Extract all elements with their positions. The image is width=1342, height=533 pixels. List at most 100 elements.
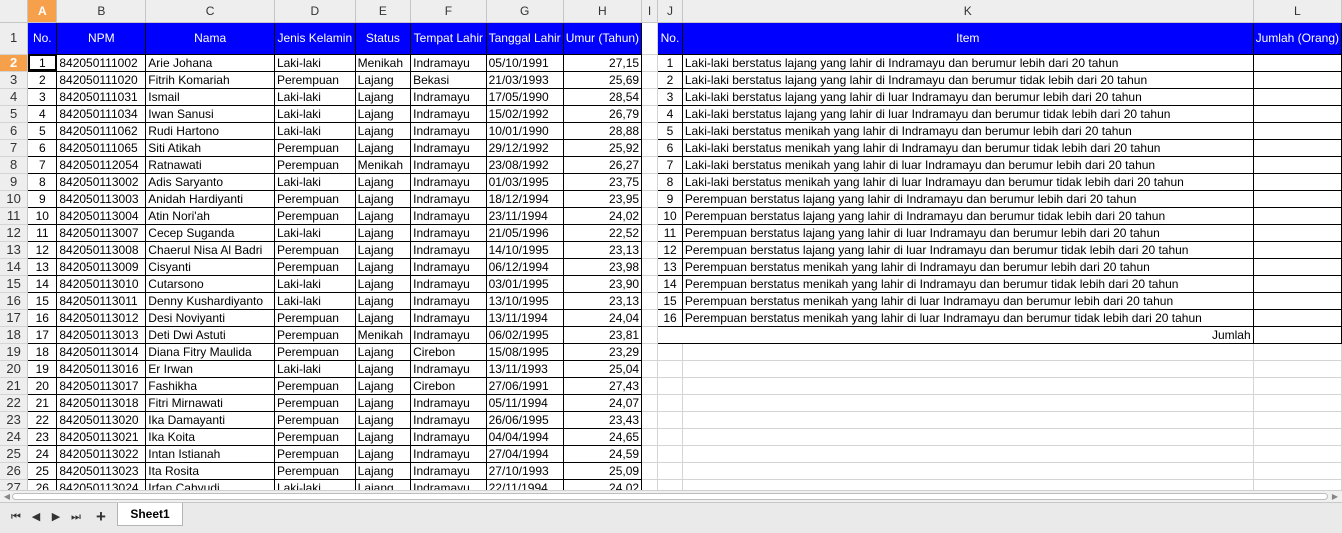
table-cell[interactable]: Laki-laki berstatus menikah yang lahir d… bbox=[681, 138, 1254, 157]
table-cell[interactable]: 13/11/1994 bbox=[485, 308, 564, 327]
table-cell[interactable] bbox=[1252, 172, 1342, 191]
empty-cell[interactable] bbox=[641, 360, 659, 378]
column-header-i[interactable]: I bbox=[641, 0, 659, 23]
table-cell[interactable]: Perempuan berstatus lajang yang lahir di… bbox=[681, 240, 1254, 259]
table-cell[interactable]: Indramayu bbox=[410, 461, 487, 480]
table-cell[interactable]: 24,02 bbox=[562, 206, 643, 225]
table-cell[interactable]: Rudi Hartono bbox=[145, 121, 275, 140]
table-cell[interactable]: Perempuan bbox=[273, 70, 356, 89]
table-cell[interactable]: 15 bbox=[657, 291, 683, 310]
empty-cell[interactable] bbox=[1253, 360, 1342, 378]
table-cell[interactable]: Indramayu bbox=[410, 138, 487, 157]
table-cell[interactable]: 15 bbox=[27, 291, 58, 310]
table-cell[interactable]: Lajang bbox=[354, 274, 412, 293]
column-header-e[interactable]: E bbox=[355, 0, 412, 23]
table-cell[interactable]: Lajang bbox=[354, 308, 412, 327]
table-cell[interactable]: 842050111031 bbox=[56, 87, 147, 106]
table-cell[interactable]: 13/10/1995 bbox=[485, 291, 564, 310]
empty-cell[interactable] bbox=[641, 22, 659, 55]
table-cell[interactable]: 23,90 bbox=[562, 274, 643, 293]
empty-cell[interactable] bbox=[641, 309, 659, 327]
table-cell[interactable]: 04/04/1994 bbox=[485, 427, 564, 446]
empty-cell[interactable] bbox=[641, 445, 659, 463]
table-cell[interactable]: Chaerul Nisa Al Badri bbox=[145, 240, 275, 259]
table-cell[interactable]: 3 bbox=[657, 87, 683, 106]
table-cell[interactable]: 28,88 bbox=[562, 121, 643, 140]
empty-cell[interactable] bbox=[657, 394, 683, 412]
table-cell[interactable]: Fitrih Komariah bbox=[145, 70, 275, 89]
empty-cell[interactable] bbox=[657, 445, 683, 463]
table-cell[interactable]: 23,98 bbox=[562, 257, 643, 276]
column-header-d[interactable]: D bbox=[274, 0, 356, 23]
table-cell[interactable]: 05/10/1991 bbox=[485, 53, 564, 72]
table-cell[interactable]: Perempuan bbox=[273, 138, 356, 157]
table-cell[interactable]: 842050113012 bbox=[56, 308, 147, 327]
table-cell[interactable] bbox=[1252, 308, 1342, 327]
table-cell[interactable]: Indramayu bbox=[410, 155, 487, 174]
table-cell[interactable]: Perempuan berstatus menikah yang lahir d… bbox=[681, 291, 1254, 310]
table-cell[interactable]: 1 bbox=[657, 53, 683, 72]
select-all-corner[interactable] bbox=[0, 0, 29, 23]
table-cell[interactable]: 10 bbox=[657, 206, 683, 225]
table-cell[interactable]: 26 bbox=[27, 478, 58, 490]
row-header[interactable]: 25 bbox=[0, 445, 29, 463]
first-sheet-icon[interactable]: ⏮ bbox=[8, 509, 24, 525]
table-cell[interactable]: Indramayu bbox=[410, 325, 487, 344]
column-header-l[interactable]: L bbox=[1253, 0, 1342, 23]
empty-cell[interactable] bbox=[641, 156, 659, 174]
scroll-right-icon[interactable]: ▶ bbox=[1330, 492, 1340, 501]
empty-cell[interactable] bbox=[641, 71, 659, 89]
table-cell[interactable]: 21/03/1993 bbox=[485, 70, 564, 89]
table-cell[interactable]: 18/12/1994 bbox=[485, 189, 564, 208]
table-cell[interactable]: Perempuan bbox=[273, 155, 356, 174]
table-cell[interactable]: Deti Dwi Astuti bbox=[145, 325, 275, 344]
table-cell[interactable]: Laki-laki bbox=[273, 104, 356, 123]
empty-cell[interactable] bbox=[641, 122, 659, 140]
empty-cell[interactable] bbox=[1253, 343, 1342, 361]
table-cell[interactable]: 25,92 bbox=[562, 138, 643, 157]
table-cell[interactable]: Indramayu bbox=[410, 359, 487, 378]
table-cell[interactable]: Laki-laki bbox=[273, 87, 356, 106]
next-sheet-icon[interactable]: ▶ bbox=[48, 509, 64, 525]
table-cell[interactable]: 12 bbox=[657, 240, 683, 259]
table-cell[interactable]: Perempuan bbox=[273, 308, 356, 327]
table-cell[interactable]: 25,09 bbox=[562, 461, 643, 480]
table-cell[interactable]: Lajang bbox=[354, 121, 412, 140]
table-cell[interactable]: 842050113010 bbox=[56, 274, 147, 293]
row-header[interactable]: 15 bbox=[0, 275, 29, 293]
table-cell[interactable]: 16 bbox=[27, 308, 58, 327]
table-cell[interactable]: 13 bbox=[27, 257, 58, 276]
table-cell[interactable]: Indramayu bbox=[410, 444, 487, 463]
empty-cell[interactable] bbox=[641, 411, 659, 429]
table-cell[interactable]: 26,79 bbox=[562, 104, 643, 123]
table-cell[interactable]: 21 bbox=[27, 393, 58, 412]
table-cell[interactable]: Laki-laki bbox=[273, 359, 356, 378]
empty-cell[interactable] bbox=[657, 462, 683, 480]
table-cell[interactable]: Laki-laki bbox=[273, 274, 356, 293]
table-cell[interactable]: 22,52 bbox=[562, 223, 643, 242]
table-cell[interactable]: 21/05/1996 bbox=[485, 223, 564, 242]
table-cell[interactable]: Lajang bbox=[354, 393, 412, 412]
table-cell[interactable]: Indramayu bbox=[410, 223, 487, 242]
table-cell[interactable]: 842050113023 bbox=[56, 461, 147, 480]
table-cell[interactable]: 23,75 bbox=[562, 172, 643, 191]
plus-icon[interactable]: + bbox=[92, 507, 110, 527]
empty-cell[interactable] bbox=[657, 343, 683, 361]
empty-cell[interactable] bbox=[641, 139, 659, 157]
column-header-f[interactable]: F bbox=[410, 0, 487, 23]
table-cell[interactable]: Laki-laki berstatus lajang yang lahir di… bbox=[681, 70, 1254, 89]
table-cell[interactable]: Indramayu bbox=[410, 427, 487, 446]
table-cell[interactable]: 842050113014 bbox=[56, 342, 147, 361]
table-cell[interactable]: Lajang bbox=[354, 410, 412, 429]
table-cell[interactable]: 18 bbox=[27, 342, 58, 361]
scrollbar-thumb[interactable] bbox=[12, 493, 1328, 500]
row-header[interactable]: 3 bbox=[0, 71, 29, 89]
table-cell[interactable] bbox=[1252, 87, 1342, 106]
table-cell[interactable]: 27,43 bbox=[562, 376, 643, 395]
table-cell[interactable]: Laki-laki berstatus lajang yang lahir di… bbox=[681, 104, 1254, 123]
empty-cell[interactable] bbox=[641, 394, 659, 412]
last-sheet-icon[interactable]: ⏭ bbox=[68, 509, 84, 525]
row-header[interactable]: 16 bbox=[0, 292, 29, 310]
column-header-g[interactable]: G bbox=[486, 0, 564, 23]
table-cell[interactable]: 23,95 bbox=[562, 189, 643, 208]
